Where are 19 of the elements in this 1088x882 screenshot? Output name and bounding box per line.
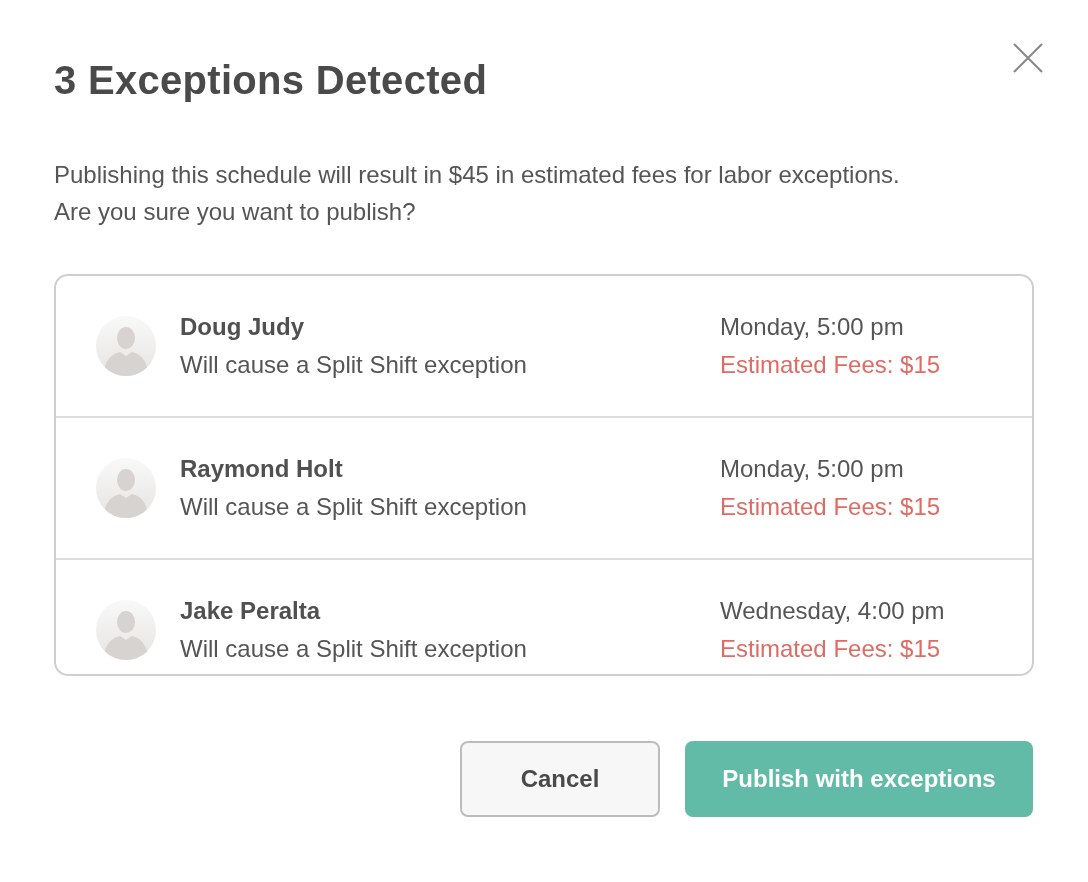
- employee-name: Jake Peralta: [180, 596, 322, 626]
- exception-description: Will cause a Split Shift exception: [180, 350, 528, 380]
- employee-name: Raymond Holt: [180, 454, 344, 484]
- estimated-fee: Estimated Fees: $15: [720, 350, 942, 380]
- shift-time: Wednesday, 4:00 pm: [720, 596, 946, 626]
- shift-time: Monday, 5:00 pm: [720, 454, 905, 484]
- employee-name: Doug Judy: [180, 312, 305, 342]
- cancel-button[interactable]: Cancel: [460, 741, 660, 817]
- avatar-icon: [96, 458, 156, 518]
- exception-description: Will cause a Split Shift exception: [180, 492, 528, 522]
- avatar-icon: [96, 316, 156, 376]
- warning-message: Publishing this schedule will result in $45 in estimated fees for labor exceptions. Are you sure you want to publish?: [54, 160, 901, 227]
- exception-description: Will cause a Split Shift exception: [180, 634, 528, 664]
- shift-time: Monday, 5:00 pm: [720, 312, 905, 342]
- avatar-icon: [96, 600, 156, 660]
- estimated-fee: Estimated Fees: $15: [720, 634, 942, 664]
- dialog-title: 3 Exceptions Detected: [54, 57, 488, 104]
- close-icon[interactable]: [1012, 42, 1044, 74]
- estimated-fee: Estimated Fees: $15: [720, 492, 942, 522]
